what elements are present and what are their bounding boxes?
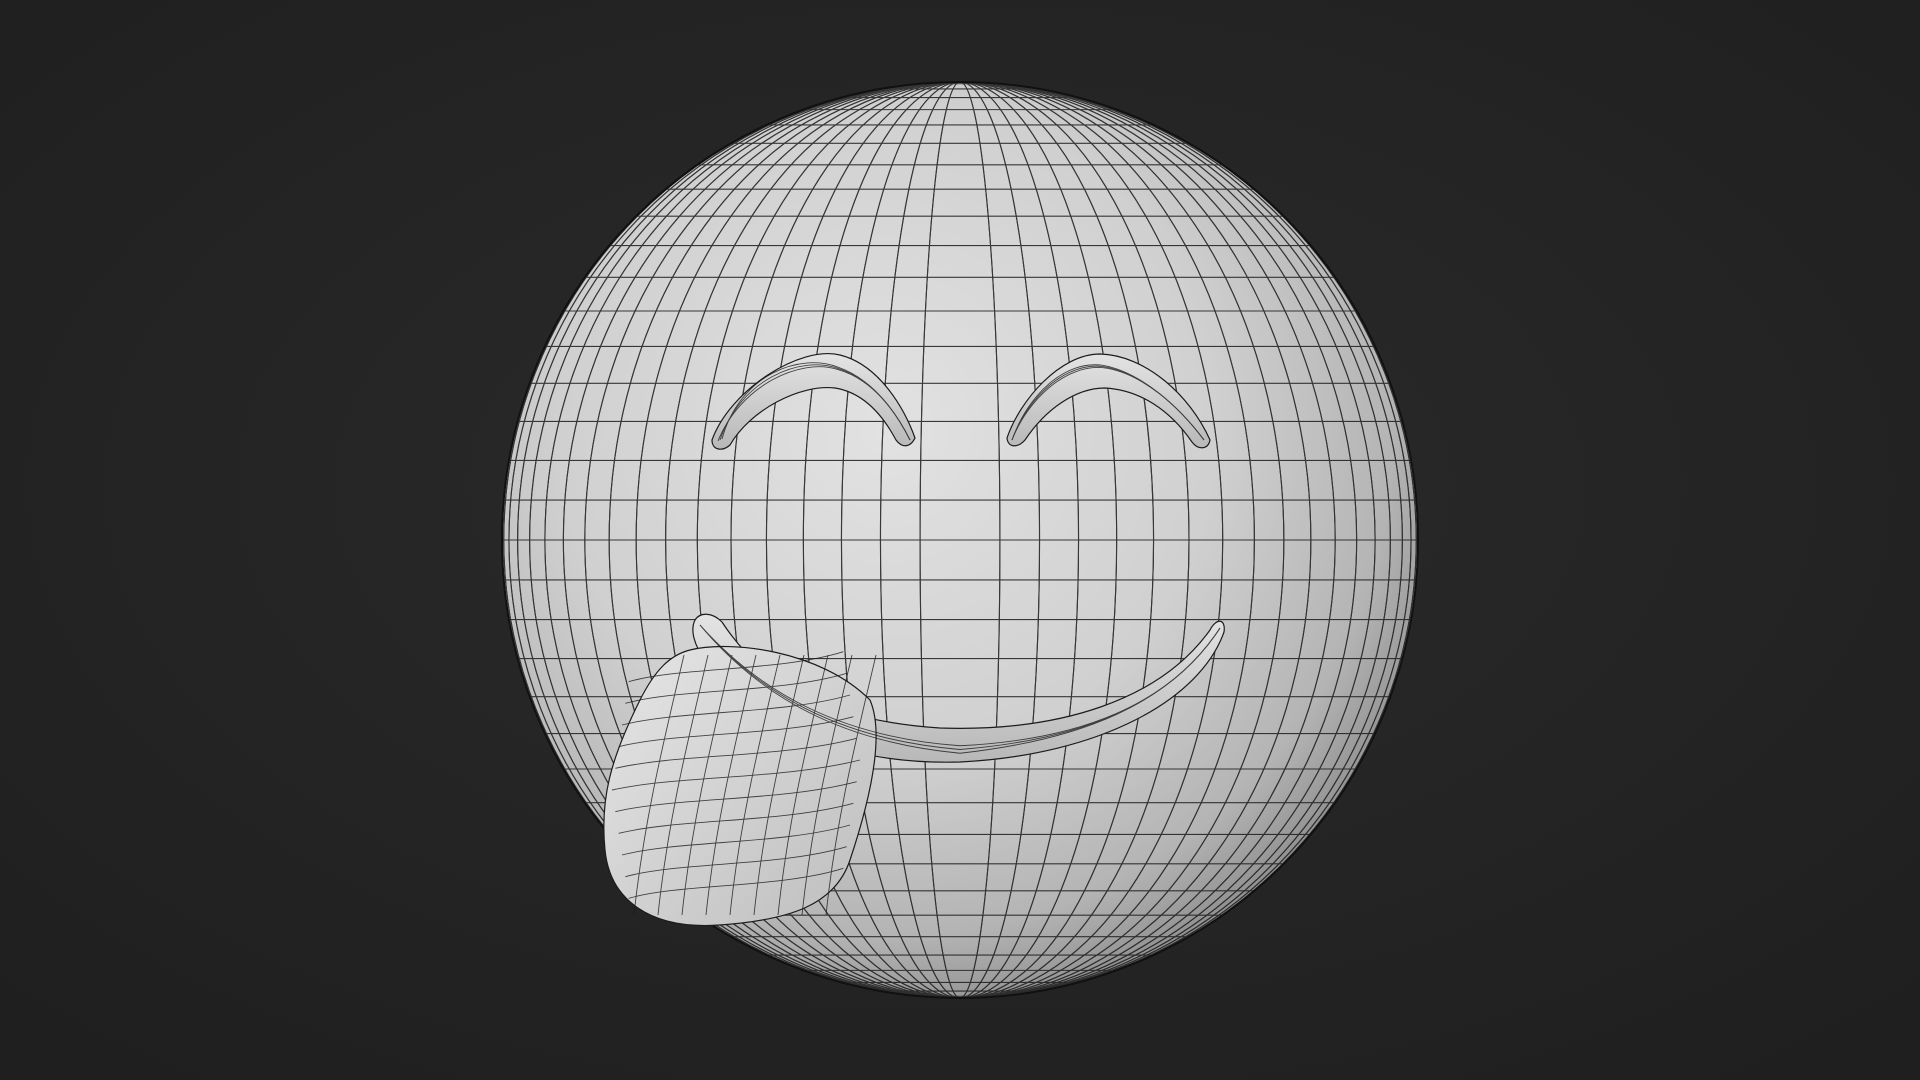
- emoji-model-render: [0, 0, 1920, 1080]
- 3d-viewport[interactable]: [0, 0, 1920, 1080]
